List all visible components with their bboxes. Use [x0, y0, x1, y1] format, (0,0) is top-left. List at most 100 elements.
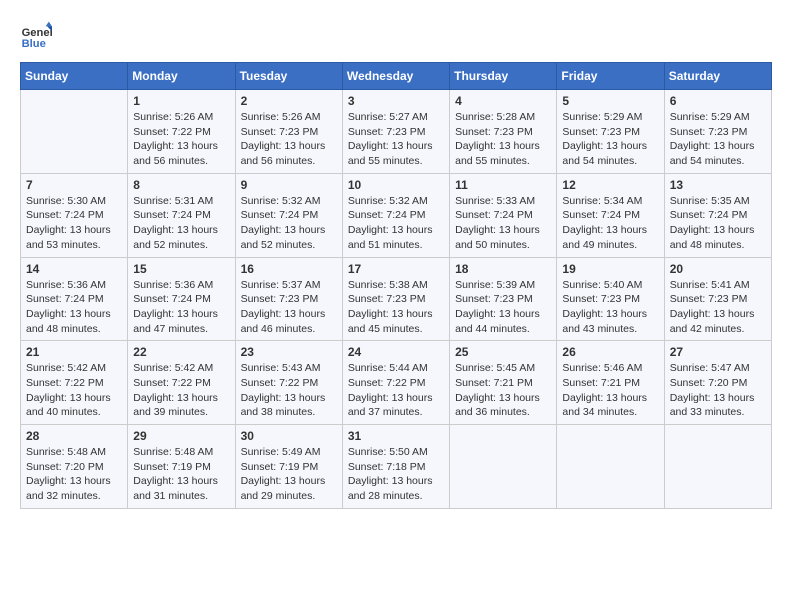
- calendar-cell: 3Sunrise: 5:27 AM Sunset: 7:23 PM Daylig…: [342, 90, 449, 174]
- day-number: 30: [241, 429, 337, 443]
- calendar-cell: 20 Sunrise: 5:41 AM Sunset: 7:23 PM Dayli…: [664, 257, 771, 341]
- calendar-cell: 10 Sunrise: 5:32 AM Sunset: 7:24 PM Dayli…: [342, 173, 449, 257]
- day-info: Sunrise: 5:29 AM Sunset: 7:23 PM Dayligh…: [562, 110, 658, 169]
- calendar-cell: 2 Sunrise: 5:26 AM Sunset: 7:23 PM Daylig…: [235, 90, 342, 174]
- day-info: Sunrise: 5:33 AM Sunset: 7:24 PM Dayligh…: [455, 194, 551, 253]
- calendar-cell: 9 Sunrise: 5:32 AM Sunset: 7:24 PM Daylig…: [235, 173, 342, 257]
- day-number: 11: [455, 178, 551, 192]
- day-info: Sunrise: 5:27 AM Sunset: 7:23 PM Dayligh…: [348, 110, 444, 169]
- day-number: 27: [670, 345, 766, 359]
- calendar-cell: 13Sunrise: 5:35 AM Sunset: 7:24 PM Dayli…: [664, 173, 771, 257]
- day-number: 28: [26, 429, 122, 443]
- day-number: 20: [670, 262, 766, 276]
- day-info: Sunrise: 5:46 AM Sunset: 7:21 PM Dayligh…: [562, 361, 658, 420]
- day-number: 8: [133, 178, 229, 192]
- day-info: Sunrise: 5:40 AM Sunset: 7:23 PM Dayligh…: [562, 278, 658, 337]
- day-info: Sunrise: 5:38 AM Sunset: 7:23 PM Dayligh…: [348, 278, 444, 337]
- calendar-cell: 14Sunrise: 5:36 AM Sunset: 7:24 PM Dayli…: [21, 257, 128, 341]
- day-number: 6: [670, 94, 766, 108]
- calendar-table: SundayMondayTuesdayWednesdayThursdayFrid…: [20, 62, 772, 509]
- day-number: 16: [241, 262, 337, 276]
- calendar-cell: 28 Sunrise: 5:48 AM Sunset: 7:20 PM Dayli…: [21, 425, 128, 509]
- day-number: 23: [241, 345, 337, 359]
- week-row-1: 1 Sunrise: 5:26 AM Sunset: 7:22 PM Daylig…: [21, 90, 772, 174]
- day-number: 17: [348, 262, 444, 276]
- calendar-cell: 21Sunrise: 5:42 AM Sunset: 7:22 PM Dayli…: [21, 341, 128, 425]
- column-header-saturday: Saturday: [664, 63, 771, 90]
- logo-icon: General Blue: [20, 20, 52, 52]
- day-number: 13: [670, 178, 766, 192]
- day-number: 12: [562, 178, 658, 192]
- day-number: 24: [348, 345, 444, 359]
- calendar-cell: 30 Sunrise: 5:49 AM Sunset: 7:19 PM Dayli…: [235, 425, 342, 509]
- calendar-cell: 25 Sunrise: 5:45 AM Sunset: 7:21 PM Dayli…: [450, 341, 557, 425]
- day-number: 21: [26, 345, 122, 359]
- calendar-header-row: SundayMondayTuesdayWednesdayThursdayFrid…: [21, 63, 772, 90]
- logo: General Blue: [20, 20, 60, 52]
- day-info: Sunrise: 5:43 AM Sunset: 7:22 PM Dayligh…: [241, 361, 337, 420]
- day-info: Sunrise: 5:28 AM Sunset: 7:23 PM Dayligh…: [455, 110, 551, 169]
- day-info: Sunrise: 5:41 AM Sunset: 7:23 PM Dayligh…: [670, 278, 766, 337]
- day-number: 15: [133, 262, 229, 276]
- calendar-cell: 11 Sunrise: 5:33 AM Sunset: 7:24 PM Dayli…: [450, 173, 557, 257]
- day-info: Sunrise: 5:45 AM Sunset: 7:21 PM Dayligh…: [455, 361, 551, 420]
- day-number: 9: [241, 178, 337, 192]
- calendar-cell: 27 Sunrise: 5:47 AM Sunset: 7:20 PM Dayli…: [664, 341, 771, 425]
- column-header-thursday: Thursday: [450, 63, 557, 90]
- day-info: Sunrise: 5:31 AM Sunset: 7:24 PM Dayligh…: [133, 194, 229, 253]
- day-number: 19: [562, 262, 658, 276]
- day-info: Sunrise: 5:32 AM Sunset: 7:24 PM Dayligh…: [348, 194, 444, 253]
- day-info: Sunrise: 5:26 AM Sunset: 7:22 PM Dayligh…: [133, 110, 229, 169]
- day-info: Sunrise: 5:47 AM Sunset: 7:20 PM Dayligh…: [670, 361, 766, 420]
- day-number: 2: [241, 94, 337, 108]
- calendar-cell: 23 Sunrise: 5:43 AM Sunset: 7:22 PM Dayli…: [235, 341, 342, 425]
- week-row-5: 28 Sunrise: 5:48 AM Sunset: 7:20 PM Dayli…: [21, 425, 772, 509]
- day-number: 7: [26, 178, 122, 192]
- day-info: Sunrise: 5:39 AM Sunset: 7:23 PM Dayligh…: [455, 278, 551, 337]
- day-info: Sunrise: 5:48 AM Sunset: 7:19 PM Dayligh…: [133, 445, 229, 504]
- day-info: Sunrise: 5:29 AM Sunset: 7:23 PM Dayligh…: [670, 110, 766, 169]
- day-info: Sunrise: 5:26 AM Sunset: 7:23 PM Dayligh…: [241, 110, 337, 169]
- day-info: Sunrise: 5:32 AM Sunset: 7:24 PM Dayligh…: [241, 194, 337, 253]
- calendar-cell: 6 Sunrise: 5:29 AM Sunset: 7:23 PM Daylig…: [664, 90, 771, 174]
- calendar-cell: [557, 425, 664, 509]
- calendar-cell: 5 Sunrise: 5:29 AM Sunset: 7:23 PM Daylig…: [557, 90, 664, 174]
- calendar-cell: 24 Sunrise: 5:44 AM Sunset: 7:22 PM Dayli…: [342, 341, 449, 425]
- week-row-4: 21 Sunrise: 5:42 AM Sunset: 7:22 PM Dayli…: [21, 341, 772, 425]
- day-info: Sunrise: 5:50 AM Sunset: 7:18 PM Dayligh…: [348, 445, 444, 504]
- day-info: Sunrise: 5:44 AM Sunset: 7:22 PM Dayligh…: [348, 361, 444, 420]
- day-info: Sunrise: 5:30 AM Sunset: 7:24 PM Dayligh…: [26, 194, 122, 253]
- day-number: 25: [455, 345, 551, 359]
- calendar-cell: [21, 90, 128, 174]
- calendar-cell: 16 Sunrise: 5:37 AM Sunset: 7:23 PM Dayli…: [235, 257, 342, 341]
- day-info: Sunrise: 5:49 AM Sunset: 7:19 PM Dayligh…: [241, 445, 337, 504]
- day-number: 26: [562, 345, 658, 359]
- day-number: 10: [348, 178, 444, 192]
- calendar-cell: 22 Sunrise: 5:42 AM Sunset: 7:22 PM Dayli…: [128, 341, 235, 425]
- calendar-cell: 1 Sunrise: 5:26 AM Sunset: 7:22 PM Daylig…: [128, 90, 235, 174]
- day-number: 1: [133, 94, 229, 108]
- day-number: 22: [133, 345, 229, 359]
- week-row-3: 14Sunrise: 5:36 AM Sunset: 7:24 PM Dayli…: [21, 257, 772, 341]
- column-header-sunday: Sunday: [21, 63, 128, 90]
- calendar-cell: 8 Sunrise: 5:31 AM Sunset: 7:24 PM Daylig…: [128, 173, 235, 257]
- column-header-wednesday: Wednesday: [342, 63, 449, 90]
- header: General Blue: [20, 20, 772, 52]
- column-header-monday: Monday: [128, 63, 235, 90]
- svg-text:General: General: [22, 27, 52, 39]
- calendar-cell: [450, 425, 557, 509]
- calendar-cell: 12 Sunrise: 5:34 AM Sunset: 7:24 PM Dayli…: [557, 173, 664, 257]
- day-info: Sunrise: 5:34 AM Sunset: 7:24 PM Dayligh…: [562, 194, 658, 253]
- calendar-cell: 15 Sunrise: 5:36 AM Sunset: 7:24 PM Dayli…: [128, 257, 235, 341]
- calendar-cell: 31 Sunrise: 5:50 AM Sunset: 7:18 PM Dayli…: [342, 425, 449, 509]
- day-info: Sunrise: 5:42 AM Sunset: 7:22 PM Dayligh…: [133, 361, 229, 420]
- day-number: 5: [562, 94, 658, 108]
- calendar-cell: 17 Sunrise: 5:38 AM Sunset: 7:23 PM Dayli…: [342, 257, 449, 341]
- day-info: Sunrise: 5:37 AM Sunset: 7:23 PM Dayligh…: [241, 278, 337, 337]
- calendar-cell: [664, 425, 771, 509]
- day-info: Sunrise: 5:36 AM Sunset: 7:24 PM Dayligh…: [133, 278, 229, 337]
- column-header-friday: Friday: [557, 63, 664, 90]
- day-number: 31: [348, 429, 444, 443]
- day-number: 29: [133, 429, 229, 443]
- day-info: Sunrise: 5:48 AM Sunset: 7:20 PM Dayligh…: [26, 445, 122, 504]
